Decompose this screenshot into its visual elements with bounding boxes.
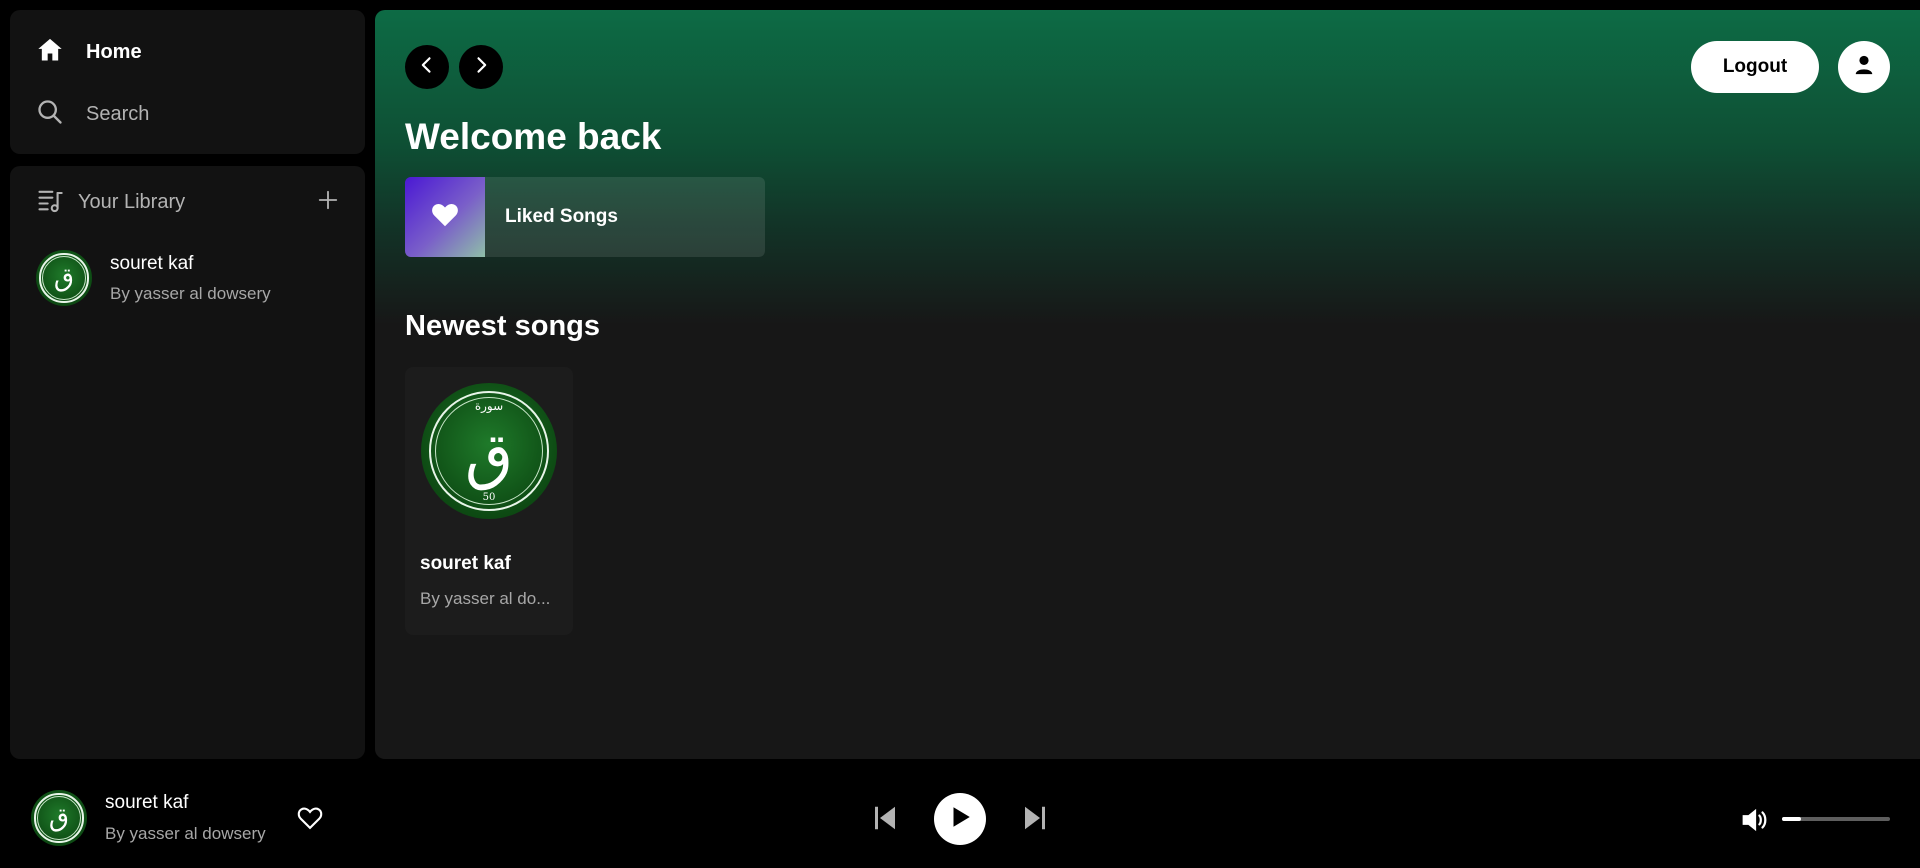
library-item-subtitle: By yasser al dowsery: [110, 283, 271, 303]
chevron-left-icon: [417, 55, 437, 80]
library-icon[interactable]: [36, 186, 64, 219]
song-subtitle: By yasser al do...: [420, 589, 551, 608]
library-header: Your Library: [36, 184, 339, 220]
nav-search-label: Search: [86, 103, 150, 125]
library-title[interactable]: Your Library: [78, 191, 317, 214]
now-playing-subtitle: By yasser al dowsery: [105, 824, 266, 843]
page-title: Welcome back: [405, 116, 662, 157]
volume-slider[interactable]: [1782, 817, 1890, 821]
nav-search[interactable]: Search: [36, 98, 149, 131]
heart-outline-icon[interactable]: [296, 804, 324, 837]
profile-button[interactable]: [1838, 41, 1890, 93]
next-button[interactable]: [1020, 803, 1050, 838]
skip-forward-icon: [1020, 803, 1050, 838]
sidebar-nav: Home Search: [10, 10, 365, 154]
main-content: Logout Welcome back Liked Songs Newest s…: [375, 10, 1920, 759]
now-playing-title: souret kaf: [105, 792, 189, 813]
library-item-cover: ق: [36, 250, 92, 306]
volume-icon[interactable]: [1740, 805, 1770, 840]
cover-top-text: سورة: [474, 399, 504, 413]
previous-button[interactable]: [870, 803, 900, 838]
plus-icon[interactable]: [317, 189, 339, 216]
song-card[interactable]: سورة ق 50 souret kaf By yasser al do...: [405, 367, 573, 635]
now-playing-cover: ق: [31, 790, 87, 846]
home-icon: [36, 36, 64, 69]
song-cover: سورة ق 50: [421, 383, 557, 519]
liked-songs-art: [405, 177, 485, 257]
play-icon: [947, 804, 973, 835]
skip-back-icon: [870, 803, 900, 838]
volume-level: [1782, 817, 1802, 821]
cover-number: 50: [482, 492, 496, 503]
newest-songs-title: Newest songs: [405, 310, 600, 342]
liked-songs-label: Liked Songs: [505, 206, 618, 227]
chevron-right-icon: [471, 55, 491, 80]
library-panel: Your Library ق souret kaf By yasser al d…: [10, 166, 365, 759]
player-bar: ق souret kaf By yasser al dowsery: [0, 759, 1920, 868]
back-button[interactable]: [405, 45, 449, 89]
library-item[interactable]: ق souret kaf By yasser al dowsery: [36, 250, 271, 306]
library-item-title: souret kaf: [110, 252, 194, 274]
liked-songs-card[interactable]: Liked Songs: [405, 177, 765, 257]
user-icon: [1853, 54, 1875, 81]
nav-home[interactable]: Home: [36, 36, 142, 69]
play-button[interactable]: [934, 793, 986, 845]
heart-icon: [430, 200, 460, 235]
song-title: souret kaf: [420, 553, 511, 574]
nav-home-label: Home: [86, 41, 142, 63]
now-playing: ق souret kaf By yasser al dowsery: [31, 790, 266, 846]
logout-button[interactable]: Logout: [1691, 41, 1819, 93]
search-icon: [36, 98, 64, 131]
forward-button[interactable]: [459, 45, 503, 89]
